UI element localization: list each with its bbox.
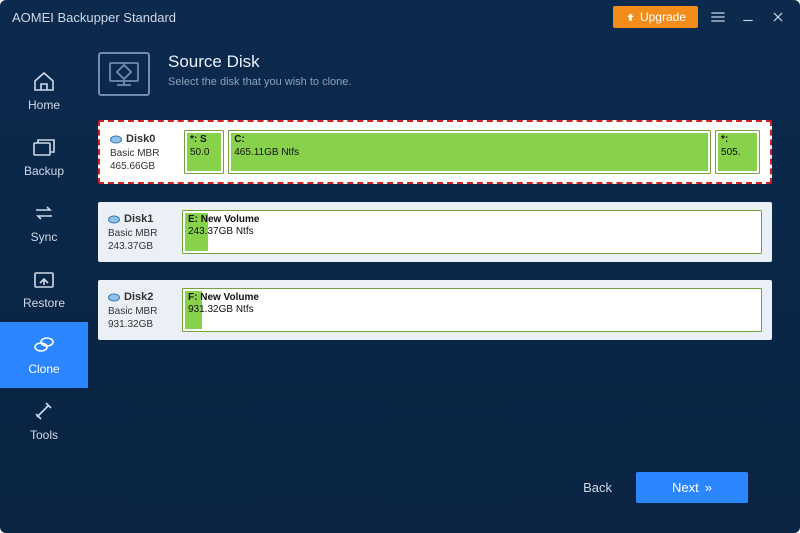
- chevron-right-icon: »: [705, 480, 712, 495]
- disk-scheme: Basic MBR: [108, 227, 172, 241]
- sidebar-label: Tools: [30, 428, 58, 442]
- body: Home Backup Sync Restore: [0, 34, 800, 533]
- sidebar-label: Sync: [31, 230, 58, 244]
- next-label: Next: [672, 480, 699, 495]
- restore-icon: [32, 268, 56, 290]
- main-panel: Source Disk Select the disk that you wis…: [88, 34, 800, 533]
- partition[interactable]: *:505.: [715, 130, 760, 174]
- sidebar-label: Home: [28, 98, 60, 112]
- upgrade-label: Upgrade: [640, 10, 686, 24]
- home-icon: [32, 70, 56, 92]
- partition-detail: 243.37GB Ntfs: [188, 226, 756, 239]
- minimize-button[interactable]: [738, 7, 758, 27]
- disk-meta: Disk0Basic MBR465.66GB: [110, 130, 174, 174]
- partition-label: C:: [234, 134, 705, 147]
- sidebar-label: Clone: [28, 362, 59, 376]
- app-window: AOMEI Backupper Standard Upgrade Home: [0, 0, 800, 533]
- partition-detail: 931.32GB Ntfs: [188, 304, 756, 317]
- partition[interactable]: F: New Volume931.32GB Ntfs: [182, 288, 762, 332]
- sidebar-item-backup[interactable]: Backup: [0, 124, 88, 190]
- page-title: Source Disk: [168, 52, 351, 72]
- partition-row: *: S50.0C:465.11GB Ntfs*:505.: [184, 130, 760, 174]
- close-button[interactable]: [768, 7, 788, 27]
- partition-label: E: New Volume: [188, 214, 756, 227]
- disk-card-disk2[interactable]: Disk2Basic MBR931.32GBF: New Volume931.3…: [98, 280, 772, 340]
- partition-row: E: New Volume243.37GB Ntfs: [182, 210, 762, 254]
- sync-icon: [32, 202, 56, 224]
- page-subtitle: Select the disk that you wish to clone.: [168, 76, 351, 88]
- header-texts: Source Disk Select the disk that you wis…: [168, 52, 351, 88]
- disk-scheme: Basic MBR: [108, 305, 172, 319]
- source-disk-icon: [98, 52, 150, 96]
- next-button[interactable]: Next »: [636, 472, 748, 503]
- partition-label: F: New Volume: [188, 292, 756, 305]
- partition-row: F: New Volume931.32GB Ntfs: [182, 288, 762, 332]
- partition[interactable]: *: S50.0: [184, 130, 224, 174]
- disk-scheme: Basic MBR: [110, 147, 174, 161]
- sidebar-label: Restore: [23, 296, 65, 310]
- sidebar-item-tools[interactable]: Tools: [0, 388, 88, 454]
- sidebar-item-restore[interactable]: Restore: [0, 256, 88, 322]
- backup-icon: [32, 136, 56, 158]
- partition[interactable]: E: New Volume243.37GB Ntfs: [182, 210, 762, 254]
- sidebar: Home Backup Sync Restore: [0, 34, 88, 533]
- partition-label: *:: [721, 134, 754, 147]
- upgrade-button[interactable]: Upgrade: [613, 6, 698, 28]
- disk-name-text: Disk2: [124, 290, 153, 305]
- disk-card-disk1[interactable]: Disk1Basic MBR243.37GBE: New Volume243.3…: [98, 202, 772, 262]
- disk-size: 931.32GB: [108, 318, 172, 332]
- disk-icon: [110, 135, 122, 144]
- partition-detail: 505.: [721, 147, 754, 160]
- partition[interactable]: C:465.11GB Ntfs: [228, 130, 711, 174]
- menu-icon[interactable]: [708, 7, 728, 27]
- disk-name-text: Disk0: [126, 132, 155, 147]
- disk-icon: [108, 293, 120, 302]
- clone-icon: [32, 334, 56, 356]
- partition-label: *: S: [190, 134, 218, 147]
- sidebar-item-home[interactable]: Home: [0, 58, 88, 124]
- disk-meta: Disk2Basic MBR931.32GB: [108, 288, 172, 332]
- disk-card-disk0[interactable]: Disk0Basic MBR465.66GB*: S50.0C:465.11GB…: [98, 120, 772, 184]
- upgrade-icon: [625, 12, 636, 23]
- disk-meta: Disk1Basic MBR243.37GB: [108, 210, 172, 254]
- disk-list: Disk0Basic MBR465.66GB*: S50.0C:465.11GB…: [98, 120, 772, 458]
- back-button[interactable]: Back: [583, 480, 612, 495]
- disk-name-text: Disk1: [124, 212, 153, 227]
- app-title: AOMEI Backupper Standard: [12, 10, 176, 25]
- disk-size: 465.66GB: [110, 160, 174, 174]
- partition-detail: 50.0: [190, 147, 218, 160]
- sidebar-item-clone[interactable]: Clone: [0, 322, 88, 388]
- sidebar-label: Backup: [24, 164, 64, 178]
- tools-icon: [32, 400, 56, 422]
- disk-size: 243.37GB: [108, 240, 172, 254]
- partition-detail: 465.11GB Ntfs: [234, 147, 705, 160]
- footer: Back Next »: [98, 458, 772, 519]
- sidebar-item-sync[interactable]: Sync: [0, 190, 88, 256]
- page-header: Source Disk Select the disk that you wis…: [98, 52, 772, 96]
- titlebar: AOMEI Backupper Standard Upgrade: [0, 0, 800, 34]
- disk-icon: [108, 215, 120, 224]
